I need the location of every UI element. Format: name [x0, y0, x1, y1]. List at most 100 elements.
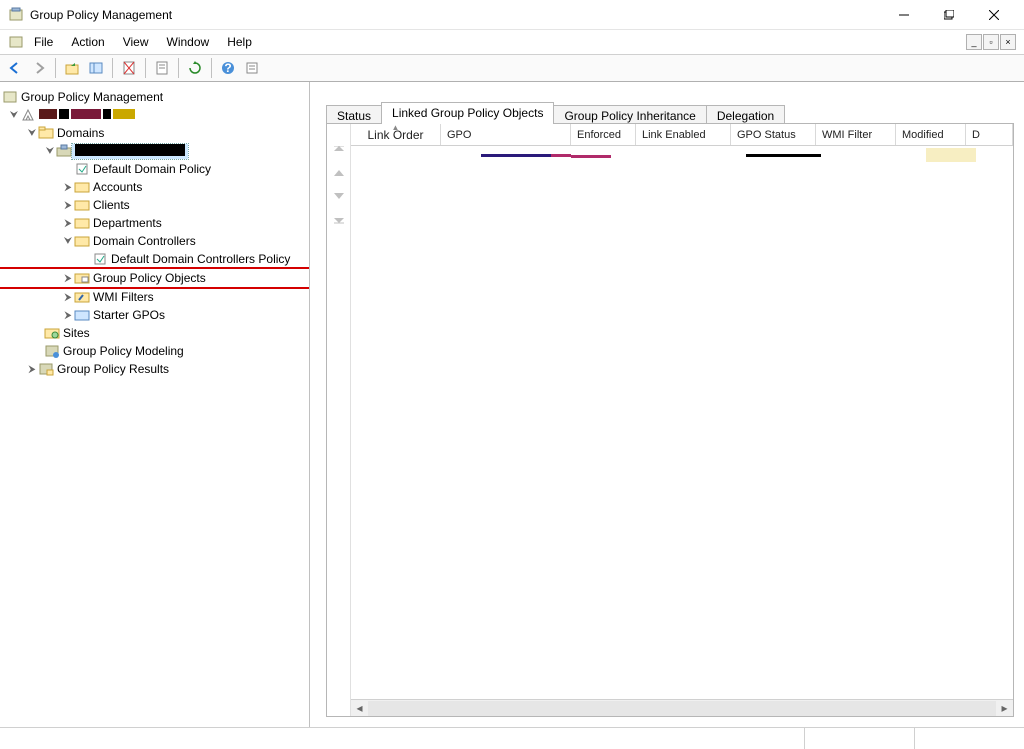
tree-sites[interactable]: Sites [0, 324, 309, 342]
expand-icon[interactable]: ⮞ [62, 200, 74, 211]
tab-linked-gpo[interactable]: Linked Group Policy Objects [381, 102, 554, 124]
tree-gp-results[interactable]: ⮞ Group Policy Results [0, 360, 309, 378]
client-area: Group Policy Management ⮟ ⮟ Domains ⮟ De… [0, 82, 1024, 727]
back-button[interactable] [4, 57, 26, 79]
tree-clients[interactable]: ⮞ Clients [0, 196, 309, 214]
move-top-button[interactable] [331, 144, 347, 160]
tree-starter-gpos[interactable]: ⮞ Starter GPOs [0, 306, 309, 324]
mdi-restore-button[interactable]: ▫ [983, 34, 999, 50]
maximize-button[interactable] [926, 1, 971, 29]
menu-help[interactable]: Help [219, 33, 260, 51]
col-wmi-filter[interactable]: WMI Filter [816, 124, 896, 145]
collapse-icon[interactable]: ⮟ [62, 236, 74, 247]
col-link-enabled[interactable]: Link Enabled [636, 124, 731, 145]
tree-item-label: Clients [90, 198, 133, 212]
expand-icon[interactable]: ⮞ [62, 273, 74, 284]
collapse-icon[interactable]: ⮟ [44, 146, 56, 157]
tree-accounts[interactable]: ⮞ Accounts [0, 178, 309, 196]
ou-icon [74, 215, 90, 231]
status-bar [0, 727, 1024, 749]
tree-item-label: WMI Filters [90, 290, 157, 304]
sites-icon [44, 325, 60, 341]
expand-icon[interactable]: ⮞ [62, 182, 74, 193]
tree-item-label: Domain Controllers [90, 234, 199, 248]
linked-gpo-icon [74, 161, 90, 177]
ou-icon [74, 179, 90, 195]
col-link-order[interactable]: Link Order ▲ [351, 124, 441, 145]
tree-default-dc-policy[interactable]: Default Domain Controllers Policy [0, 250, 309, 268]
col-gpo-status[interactable]: GPO Status [731, 124, 816, 145]
scroll-track[interactable] [368, 701, 996, 716]
starter-icon [74, 307, 90, 323]
move-up-button[interactable] [331, 166, 347, 182]
tab-inheritance[interactable]: Group Policy Inheritance [553, 105, 706, 124]
expand-icon[interactable]: ⮞ [62, 218, 74, 229]
gpo-folder-icon [74, 270, 90, 286]
col-modified[interactable]: Modified [896, 124, 966, 145]
help-button[interactable]: ? [217, 57, 239, 79]
tab-strip: Status Linked Group Policy Objects Group… [326, 102, 1014, 124]
up-button[interactable] [61, 57, 83, 79]
tree-gp-modeling[interactable]: Group Policy Modeling [0, 342, 309, 360]
expand-icon[interactable]: ⮞ [62, 292, 74, 303]
scroll-right-button[interactable]: ▸ [996, 701, 1013, 716]
mdi-minimize-button[interactable]: _ [966, 34, 982, 50]
app-icon-small [8, 34, 24, 50]
col-enforced[interactable]: Enforced [571, 124, 636, 145]
tree-view[interactable]: Group Policy Management ⮟ ⮟ Domains ⮟ De… [0, 82, 310, 727]
expand-icon[interactable]: ⮞ [62, 310, 74, 321]
tab-status[interactable]: Status [326, 105, 382, 124]
gpo-list: Link Order ▲ GPO Enforced Link Enabled G… [351, 124, 1013, 716]
tree-item-label: Sites [60, 326, 93, 340]
delete-button[interactable] [118, 57, 140, 79]
tree-root[interactable]: Group Policy Management [0, 88, 309, 106]
expand-icon[interactable]: ⮞ [26, 364, 38, 375]
forest-icon [20, 107, 36, 123]
forward-button[interactable] [28, 57, 50, 79]
properties-button[interactable] [151, 57, 173, 79]
status-cell [914, 728, 1024, 749]
show-hide-tree-button[interactable] [85, 57, 107, 79]
menu-action[interactable]: Action [63, 33, 112, 51]
menu-view[interactable]: View [115, 33, 157, 51]
collapse-icon[interactable]: ⮟ [8, 110, 20, 121]
tree-domain-controllers[interactable]: ⮟ Domain Controllers [0, 232, 309, 250]
move-down-button[interactable] [331, 188, 347, 204]
tree-group-policy-objects[interactable]: ⮞ Group Policy Objects [0, 269, 309, 287]
scroll-left-button[interactable]: ◂ [351, 701, 368, 716]
menu-file[interactable]: File [26, 33, 61, 51]
tree-forest[interactable]: ⮟ [0, 106, 309, 124]
tree-default-domain-policy[interactable]: Default Domain Policy [0, 160, 309, 178]
tab-delegation[interactable]: Delegation [706, 105, 785, 124]
domain-icon [56, 143, 72, 159]
col-overflow[interactable]: D [966, 124, 1013, 145]
tree-domain[interactable]: ⮟ [0, 142, 309, 160]
menu-window[interactable]: Window [159, 33, 218, 51]
tree-item-label: Group Policy Objects [90, 271, 209, 285]
minimize-button[interactable] [881, 1, 926, 29]
ou-icon [74, 233, 90, 249]
toolbar: ? [0, 54, 1024, 82]
link-order-buttons [327, 124, 351, 716]
close-button[interactable] [971, 1, 1016, 29]
options-button[interactable] [241, 57, 263, 79]
col-gpo[interactable]: GPO [441, 124, 571, 145]
horizontal-scrollbar[interactable]: ◂ ▸ [351, 699, 1013, 716]
title-bar: Group Policy Management [0, 0, 1024, 30]
tree-departments[interactable]: ⮞ Departments [0, 214, 309, 232]
list-item[interactable] [351, 146, 1013, 164]
tree-forest-label [36, 108, 138, 122]
tree-domains[interactable]: ⮟ Domains [0, 124, 309, 142]
status-cell [804, 728, 914, 749]
move-bottom-button[interactable] [331, 210, 347, 226]
collapse-icon[interactable]: ⮟ [26, 128, 38, 139]
refresh-button[interactable] [184, 57, 206, 79]
detail-pane: Status Linked Group Policy Objects Group… [310, 82, 1024, 727]
tree-item-label: Group Policy Modeling [60, 344, 187, 358]
mdi-close-button[interactable]: × [1000, 34, 1016, 50]
modeling-icon [44, 343, 60, 359]
list-rows[interactable] [351, 146, 1013, 699]
tree-wmi-filters[interactable]: ⮞ WMI Filters [0, 288, 309, 306]
linked-gpo-icon [92, 251, 108, 267]
ou-icon [74, 197, 90, 213]
